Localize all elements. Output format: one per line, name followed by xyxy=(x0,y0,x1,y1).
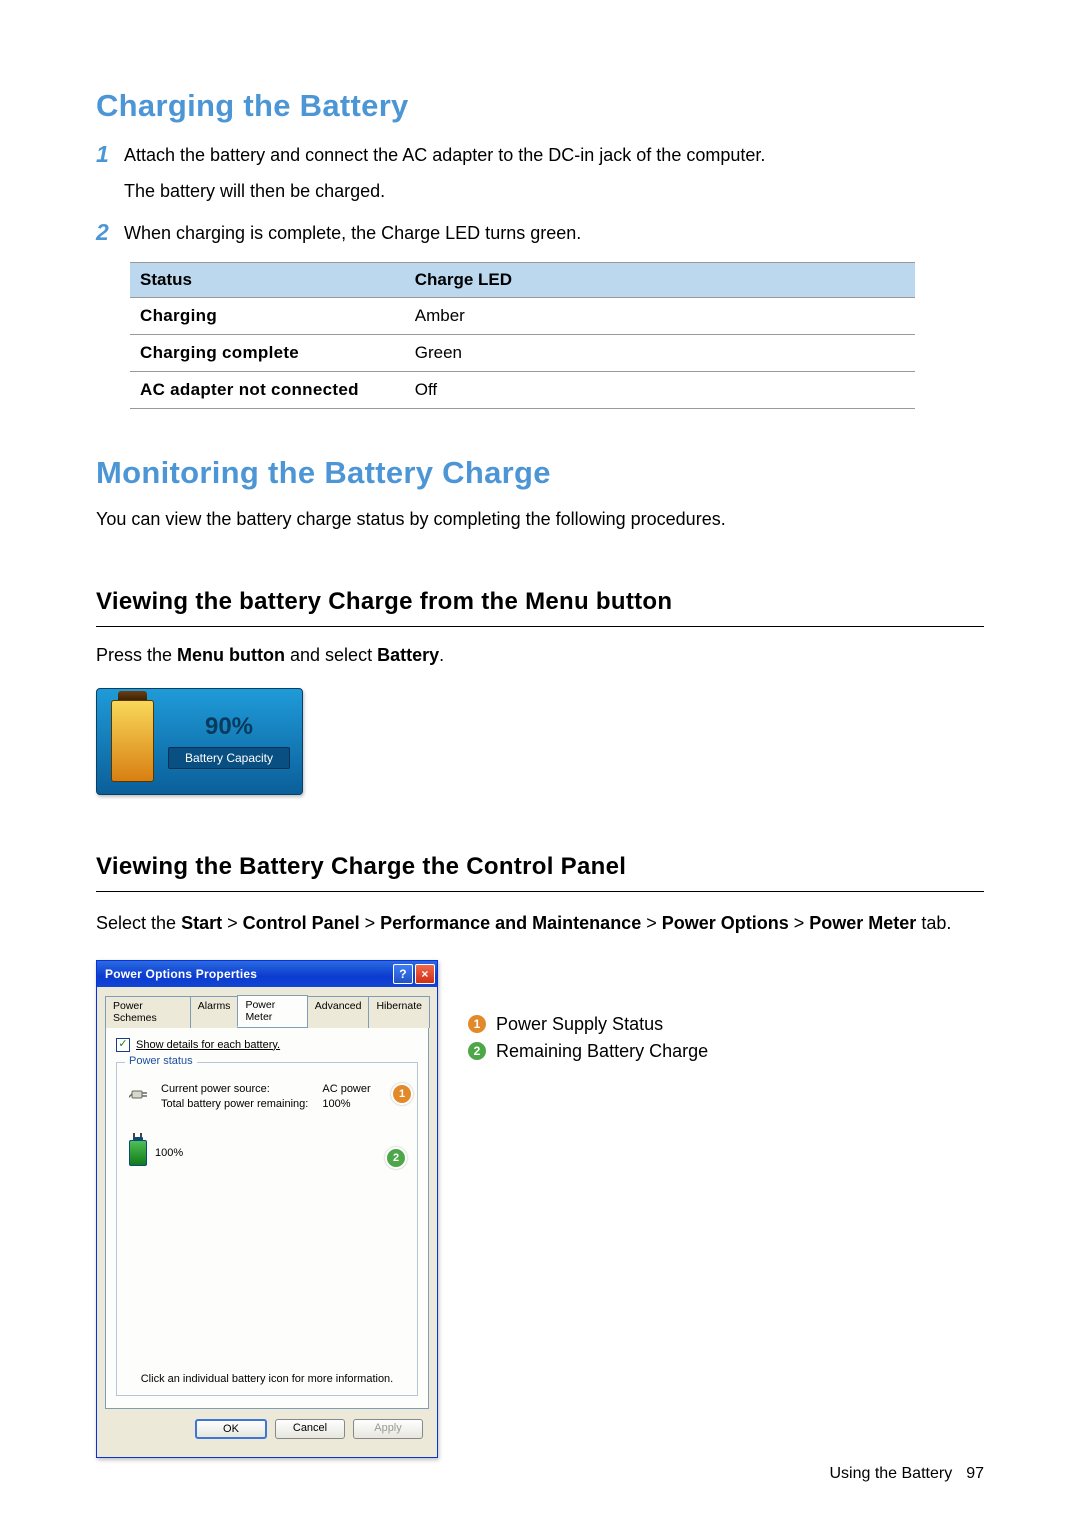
show-details-checkbox-row[interactable]: ✓ Show details for each battery. xyxy=(116,1038,418,1052)
td-status: Charging complete xyxy=(130,334,405,371)
bold: Menu button xyxy=(177,645,285,665)
groupbox-legend: Power status xyxy=(125,1055,197,1067)
dialog-title: Power Options Properties xyxy=(105,967,257,981)
section-monitoring-title: Monitoring the Battery Charge xyxy=(96,455,984,491)
th-status: Status xyxy=(130,262,405,297)
subhead-view-control-panel: Viewing the Battery Charge the Control P… xyxy=(96,853,984,892)
step-body: Attach the battery and connect the AC ad… xyxy=(124,142,765,206)
legend-item: 2 Remaining Battery Charge xyxy=(468,1041,708,1062)
bold: Battery xyxy=(377,645,439,665)
page: Charging the Battery 1 Attach the batter… xyxy=(0,0,1080,1529)
battery-percent: 90% xyxy=(168,713,290,741)
legend-text: Remaining Battery Charge xyxy=(496,1041,708,1062)
step-number: 2 xyxy=(96,220,124,244)
step-number: 1 xyxy=(96,142,124,166)
battery-small-icon xyxy=(129,1140,147,1166)
step-body: When charging is complete, the Charge LE… xyxy=(124,220,581,248)
step-2: 2 When charging is complete, the Charge … xyxy=(96,220,984,248)
page-footer: Using the Battery 97 xyxy=(829,1465,984,1483)
footer-text: Using the Battery xyxy=(829,1465,952,1483)
control-panel-path: Select the Start > Control Panel > Perfo… xyxy=(96,910,984,938)
bold: Performance and Maintenance xyxy=(380,913,641,933)
legend-badge-2-icon: 2 xyxy=(468,1042,486,1060)
table-row: Charging Amber xyxy=(130,297,915,334)
legend-text: Power Supply Status xyxy=(496,1014,663,1035)
kv-key: Current power source: xyxy=(161,1083,308,1095)
dialog-buttons: OK Cancel Apply xyxy=(105,1409,429,1449)
power-status-lines: Current power source: AC power Total bat… xyxy=(129,1083,405,1110)
annotation-1-icon: 1 xyxy=(391,1083,413,1105)
tab-power-meter[interactable]: Power Meter xyxy=(237,995,307,1027)
battery-small-percent: 100% xyxy=(155,1147,183,1159)
annotation-2-icon: 2 xyxy=(385,1147,407,1169)
bold: Control Panel xyxy=(243,913,360,933)
sep: > xyxy=(641,913,662,933)
charge-led-table: Status Charge LED Charging Amber Chargin… xyxy=(130,262,915,409)
step-1: 1 Attach the battery and connect the AC … xyxy=(96,142,984,206)
close-button[interactable]: × xyxy=(415,964,435,984)
td-led: Amber xyxy=(405,297,915,334)
dialog-body: Power Schemes Alarms Power Meter Advance… xyxy=(97,987,437,1457)
table-row: AC adapter not connected Off xyxy=(130,371,915,408)
battery-capacity-label: Battery Capacity xyxy=(168,747,290,769)
apply-button[interactable]: Apply xyxy=(353,1419,423,1439)
step-1-subtext: The battery will then be charged. xyxy=(124,178,765,206)
annotation-legend: 1 Power Supply Status 2 Remaining Batter… xyxy=(468,960,708,1068)
battery-small[interactable]: 100% xyxy=(129,1140,405,1166)
power-options-dialog: Power Options Properties ? × Power Schem… xyxy=(96,960,438,1458)
bold: Power Meter xyxy=(809,913,916,933)
footer-page-number: 97 xyxy=(966,1465,984,1483)
kv-val: 100% xyxy=(322,1098,370,1110)
bold: Start xyxy=(181,913,222,933)
bold: Power Options xyxy=(662,913,789,933)
help-button[interactable]: ? xyxy=(393,964,413,984)
kv-val: AC power xyxy=(322,1083,370,1095)
tabstrip: Power Schemes Alarms Power Meter Advance… xyxy=(105,995,429,1028)
tab-hibernate[interactable]: Hibernate xyxy=(368,996,430,1028)
tab-advanced[interactable]: Advanced xyxy=(307,996,370,1028)
view-menu-text: Press the Menu button and select Battery… xyxy=(96,645,984,666)
sep: > xyxy=(789,913,810,933)
tab-panel: ✓ Show details for each battery. Power s… xyxy=(105,1028,429,1409)
sep: > xyxy=(360,913,381,933)
plug-icon xyxy=(129,1083,151,1105)
battery-capacity-widget: 90% Battery Capacity xyxy=(96,688,303,795)
monitoring-intro: You can view the battery charge status b… xyxy=(96,509,984,530)
dialog-titlebar: Power Options Properties ? × xyxy=(97,961,437,987)
table-row: Charging complete Green xyxy=(130,334,915,371)
td-status: Charging xyxy=(130,297,405,334)
groupbox-footer-hint: Click an individual battery icon for mor… xyxy=(117,1373,417,1385)
step-2-text: When charging is complete, the Charge LE… xyxy=(124,220,581,248)
power-status-groupbox: Power status 1 2 xyxy=(116,1062,418,1396)
td-led: Off xyxy=(405,371,915,408)
subhead-view-menu: Viewing the battery Charge from the Menu… xyxy=(96,588,984,627)
text: . xyxy=(439,645,444,665)
legend-badge-1-icon: 1 xyxy=(468,1015,486,1033)
step-1-text: Attach the battery and connect the AC ad… xyxy=(124,142,765,170)
tab-alarms[interactable]: Alarms xyxy=(190,996,239,1028)
section-charging-title: Charging the Battery xyxy=(96,88,984,124)
text: Select the xyxy=(96,913,181,933)
th-charge-led: Charge LED xyxy=(405,262,915,297)
td-status: AC adapter not connected xyxy=(130,371,405,408)
checkbox-label: Show details for each battery. xyxy=(136,1039,280,1051)
text: and select xyxy=(285,645,377,665)
kv-key: Total battery power remaining: xyxy=(161,1098,308,1110)
checkbox-icon[interactable]: ✓ xyxy=(116,1038,130,1052)
battery-icon xyxy=(111,700,154,782)
ok-button[interactable]: OK xyxy=(195,1419,267,1439)
legend-item: 1 Power Supply Status xyxy=(468,1014,708,1035)
td-led: Green xyxy=(405,334,915,371)
text: tab. xyxy=(916,913,951,933)
tab-power-schemes[interactable]: Power Schemes xyxy=(105,996,191,1028)
battery-readout: 90% Battery Capacity xyxy=(168,713,302,769)
sep: > xyxy=(222,913,243,933)
text: Press the xyxy=(96,645,177,665)
cancel-button[interactable]: Cancel xyxy=(275,1419,345,1439)
